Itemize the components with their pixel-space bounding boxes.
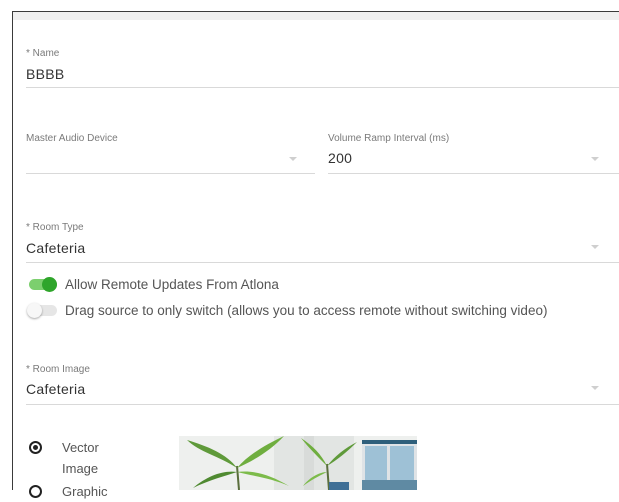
name-label: * Name (26, 48, 60, 59)
master-audio-device-label: Master Audio Device (26, 133, 118, 144)
frame-border-left (12, 11, 13, 490)
radio-selected-dot (33, 445, 38, 450)
room-image-preview (179, 436, 417, 490)
caret-down-icon[interactable] (591, 245, 599, 249)
volume-ramp-interval-value[interactable]: 200 (328, 150, 352, 166)
vector-image-radio[interactable] (29, 441, 42, 454)
graphic-radio[interactable] (29, 485, 42, 498)
volume-ramp-interval-label: Volume Ramp Interval (ms) (328, 133, 450, 144)
master-audio-device-underline (26, 173, 315, 174)
graphic-label: Graphic (62, 484, 108, 499)
room-type-underline (26, 262, 619, 263)
vector-image-label: Vector Image (62, 440, 99, 476)
room-image-label: * Room Image (26, 364, 90, 375)
allow-remote-updates-toggle[interactable] (27, 277, 57, 292)
room-type-label: * Room Type (26, 222, 84, 233)
room-type-value[interactable]: Cafeteria (26, 240, 86, 256)
toggle-knob (42, 277, 57, 292)
room-image-illustration (179, 436, 417, 490)
room-image-value[interactable]: Cafeteria (26, 381, 86, 397)
toggle-knob (27, 303, 42, 318)
room-image-underline (26, 404, 619, 405)
volume-ramp-interval-underline (328, 173, 619, 174)
header-band (13, 12, 619, 20)
caret-down-icon[interactable] (289, 157, 297, 161)
caret-down-icon[interactable] (591, 157, 599, 161)
drag-source-switch-toggle[interactable] (27, 303, 57, 318)
allow-remote-updates-label: Allow Remote Updates From Atlona (65, 277, 279, 292)
name-underline (26, 87, 619, 88)
caret-down-icon[interactable] (591, 386, 599, 390)
name-value[interactable]: BBBB (26, 66, 65, 82)
drag-source-switch-label: Drag source to only switch (allows you t… (65, 303, 548, 318)
